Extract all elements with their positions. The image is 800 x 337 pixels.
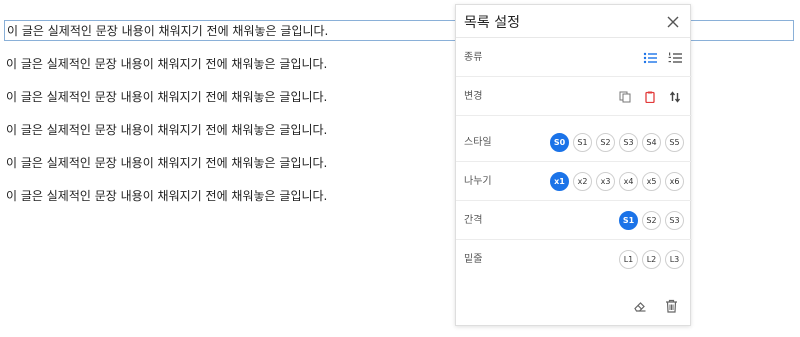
row-underline-label: 밑줄 [464,254,483,265]
row-change-controls [613,77,684,116]
style-option-s0[interactable]: S0 [550,133,569,152]
underline-option-l2[interactable]: L2 [642,250,661,269]
divide-option-x4[interactable]: x4 [619,172,638,191]
footer-icons [628,297,680,315]
bullet-list-icon[interactable] [641,49,659,67]
panel-header: 목록 설정 [456,5,690,38]
row-style: 스타일 S0 S1 S2 S3 S4 S5 [456,123,692,162]
style-option-s4[interactable]: S4 [642,133,661,152]
style-option-s3[interactable]: S3 [619,133,638,152]
text-line[interactable]: 이 글은 실제적인 문장 내용이 채워지기 전에 채워놓은 글입니다. [6,153,327,173]
spacing-option-s3[interactable]: S3 [665,211,684,230]
copy-icon[interactable] [616,88,634,106]
text-line[interactable]: 이 글은 실제적인 문장 내용이 채워지기 전에 채워놓은 글입니다. [6,120,327,140]
style-option-s5[interactable]: S5 [665,133,684,152]
row-type: 종류 [456,38,692,77]
row-type-label: 종류 [464,52,483,63]
style-option-s1[interactable]: S1 [573,133,592,152]
text-line[interactable]: 이 글은 실제적인 문장 내용이 채워지기 전에 채워놓은 글입니다. [6,186,327,206]
row-underline-controls: L1 L2 L3 [619,240,684,279]
clipboard-icon[interactable] [641,88,659,106]
divide-option-x6[interactable]: x6 [665,172,684,191]
row-spacing-label: 간격 [464,215,483,226]
row-underline: 밑줄 L1 L2 L3 [456,240,692,279]
spacing-option-s2[interactable]: S2 [642,211,661,230]
eraser-icon[interactable] [631,297,649,315]
spacing-option-s1[interactable]: S1 [619,211,638,230]
row-change: 변경 [456,77,692,116]
text-line[interactable]: 이 글은 실제적인 문장 내용이 채워지기 전에 채워놓은 글입니다. [6,87,327,107]
row-divide-label: 나누기 [464,176,492,187]
close-icon[interactable] [666,14,680,28]
row-spacing: 간격 S1 S2 S3 [456,201,692,240]
divide-option-x2[interactable]: x2 [573,172,592,191]
panel-footer [456,285,692,325]
row-divide-controls: x1 x2 x3 x4 x5 x6 [550,162,684,201]
underline-option-l3[interactable]: L3 [665,250,684,269]
row-type-controls [638,38,684,77]
swap-icon[interactable] [666,88,684,106]
row-style-label: 스타일 [464,137,492,148]
style-option-s2[interactable]: S2 [596,133,615,152]
numbered-list-icon[interactable] [666,49,684,67]
row-style-controls: S0 S1 S2 S3 S4 S5 [550,123,684,162]
panel-title: 목록 설정 [464,15,520,31]
divide-option-x1[interactable]: x1 [550,172,569,191]
divide-option-x3[interactable]: x3 [596,172,615,191]
underline-option-l1[interactable]: L1 [619,250,638,269]
text-line[interactable]: 이 글은 실제적인 문장 내용이 채워지기 전에 채워놓은 글입니다. [6,54,327,74]
trash-icon[interactable] [662,297,680,315]
row-change-label: 변경 [464,91,483,102]
row-spacing-controls: S1 S2 S3 [619,201,684,240]
list-settings-panel: 목록 설정 종류 변경 스타일 S0 S1 S2 S3 S4 S5 나누기 x1… [455,4,692,326]
divide-option-x5[interactable]: x5 [642,172,661,191]
row-divide: 나누기 x1 x2 x3 x4 x5 x6 [456,162,692,201]
